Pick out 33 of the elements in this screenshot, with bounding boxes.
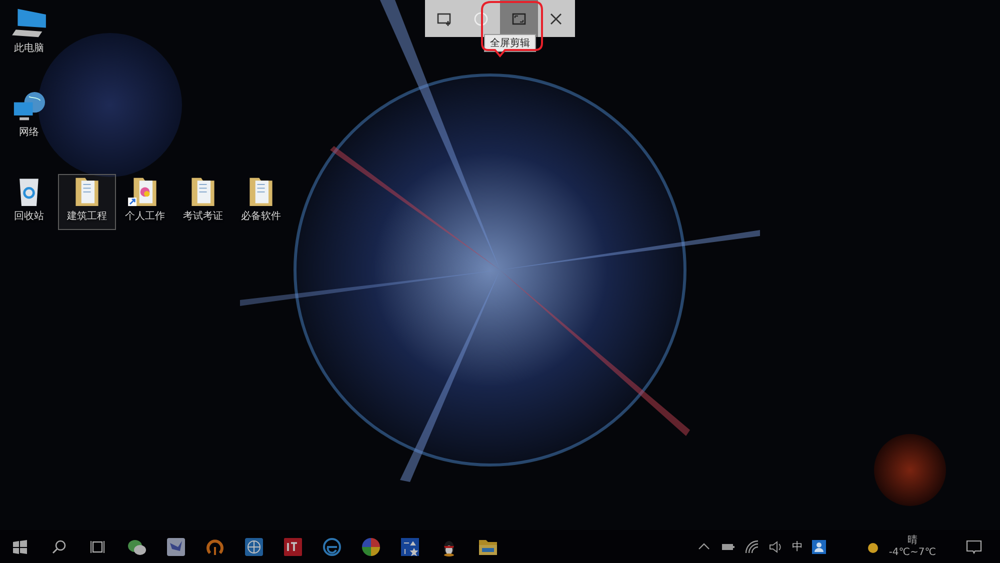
weather-condition: 晴 — [907, 534, 918, 546]
tooltip: 全屏剪辑 — [484, 34, 536, 52]
icon-label: 回收站 — [14, 210, 44, 223]
browser-icon[interactable] — [322, 536, 342, 556]
desktop-icon[interactable]: 网络 — [0, 90, 58, 146]
fullscreen-snip-icon — [510, 10, 527, 26]
icon-label: 网络 — [19, 126, 39, 139]
desktop-icon[interactable]: 此电脑 — [0, 6, 58, 62]
notification-icon[interactable] — [966, 538, 982, 554]
color-wheel-icon[interactable] — [360, 536, 380, 556]
close-icon — [548, 10, 564, 26]
search-icon[interactable] — [50, 538, 66, 554]
desktop-icon[interactable]: 回收站 — [0, 174, 58, 230]
desktop-icon[interactable]: 个人工作 — [116, 174, 174, 230]
ring-icon[interactable] — [204, 536, 224, 556]
icon-label: 个人工作 — [125, 210, 165, 223]
start-icon[interactable] — [12, 538, 28, 554]
volume-icon[interactable] — [768, 538, 784, 554]
desktop-icon[interactable]: 必备软件 — [232, 174, 290, 230]
freeform-snip-icon — [473, 10, 490, 26]
desktop-icon[interactable]: 建筑工程 — [58, 174, 116, 230]
icon-label: 考试考证 — [183, 210, 223, 223]
rectangular-snip-icon — [436, 10, 452, 26]
annotation-outline — [479, 0, 545, 58]
icon-label: 此电脑 — [14, 42, 44, 55]
icon-label: 必备软件 — [241, 210, 281, 223]
desktop-icon[interactable]: 考试考证 — [174, 174, 232, 230]
task-view-icon[interactable] — [90, 538, 106, 554]
input-method-indicator[interactable]: 中 — [792, 539, 803, 554]
temperature-range: -4℃~7℃ — [888, 546, 936, 558]
wifi-icon[interactable] — [744, 538, 760, 554]
icon-label: 建筑工程 — [67, 210, 107, 223]
computer-icon — [10, 7, 48, 39]
